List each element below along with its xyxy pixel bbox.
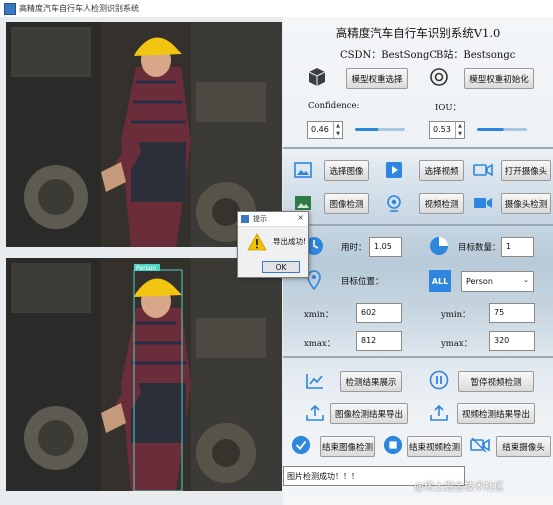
target-select[interactable]: Person ⌄: [461, 271, 534, 292]
csdn-label: CSDN：BestSongC: [340, 50, 438, 61]
dialog-message: 导出成功!: [273, 237, 307, 246]
divider: [283, 356, 553, 358]
camera-off-icon: [470, 435, 490, 455]
end-image-detect-button[interactable]: 结束图像检测: [320, 436, 375, 457]
settings-gear-icon: [429, 67, 449, 87]
cube-icon: [307, 67, 327, 87]
ymin-label: ymin：: [441, 310, 471, 320]
video-camera-icon: [473, 193, 493, 213]
line-chart-icon: [305, 371, 325, 391]
select-image-button[interactable]: 选择图像: [324, 160, 369, 181]
time-field[interactable]: 1.05: [369, 237, 402, 257]
xmin-label: xmin：: [304, 310, 334, 320]
dialog-titlebar: 提示 ×: [238, 212, 308, 227]
divider: [283, 224, 553, 226]
app-icon: [4, 3, 16, 15]
dialog-close-icon[interactable]: ×: [297, 213, 304, 222]
app-title: 高精度汽车自行车识别系统V1.0: [335, 26, 501, 40]
iou-spinbox[interactable]: 0.53 ▲ ▼: [429, 121, 465, 139]
confidence-slider[interactable]: [355, 128, 405, 131]
confidence-label: Confidence:: [308, 101, 360, 111]
window-title: 高精度汽车自行车人检测识别系统: [19, 4, 139, 13]
bilibili-label: B站：Bestsongc: [436, 50, 516, 61]
camera-icon: [473, 160, 493, 180]
ymax-field[interactable]: 320: [489, 331, 535, 351]
image-icon: [293, 160, 313, 180]
export-image-results-button[interactable]: 图像检测结果导出: [330, 403, 408, 424]
confidence-spinbox[interactable]: 0.46 ▲ ▼: [307, 121, 343, 139]
pause-icon: [429, 370, 449, 390]
image-detect-button[interactable]: 图像检测: [324, 193, 369, 214]
count-field[interactable]: 1: [501, 237, 534, 257]
window-titlebar: 高精度汽车自行车人检测识别系统: [0, 0, 553, 18]
confidence-spin-arrows[interactable]: ▲ ▼: [333, 122, 342, 138]
webcam-icon: [384, 193, 404, 213]
stop-circle-icon: [383, 435, 403, 455]
pie-chart-icon: [429, 236, 449, 256]
control-panel: 高精度汽车自行车识别系统V1.0 CSDN：BestSongC B站：Bests…: [283, 17, 553, 505]
ymax-label: ymax：: [441, 339, 473, 349]
detection-result-view: Person: [6, 258, 282, 491]
select-weights-button[interactable]: 模型权重选择: [346, 68, 408, 89]
chevron-down-icon: ⌄: [523, 276, 529, 284]
show-results-button[interactable]: 检测结果展示: [340, 371, 402, 392]
dialog-ok-button[interactable]: OK: [262, 261, 300, 273]
upload-icon: [429, 403, 449, 423]
select-video-button[interactable]: 选择视频: [419, 160, 464, 181]
watermark: @稀土掘金技术社区: [414, 482, 504, 493]
check-circle-icon: [291, 435, 311, 455]
video-detect-button[interactable]: 视频检测: [419, 193, 464, 214]
export-success-dialog: 提示 × 导出成功! OK: [237, 211, 309, 278]
detection-label: Person: [136, 265, 156, 272]
xmax-field[interactable]: 812: [356, 331, 402, 351]
dialog-title: 提示: [253, 215, 267, 223]
end-video-detect-button[interactable]: 结束视频检测: [407, 436, 462, 457]
warning-icon: [247, 233, 267, 254]
iou-spin-arrows[interactable]: ▲ ▼: [455, 122, 464, 138]
video-file-icon: [384, 160, 404, 180]
init-weights-button[interactable]: 模型权重初始化: [464, 68, 534, 89]
ymin-field[interactable]: 75: [489, 303, 535, 323]
image-detect-icon: [293, 193, 313, 213]
camera-detect-button[interactable]: 摄像头检测: [501, 193, 551, 214]
xmin-field[interactable]: 602: [356, 303, 402, 323]
count-label: 目标数量：: [458, 243, 501, 253]
export-video-results-button[interactable]: 视频检测结果导出: [457, 403, 535, 424]
position-label: 目标位置：: [341, 277, 384, 287]
upload-icon: [305, 403, 325, 423]
iou-label: IOU：: [435, 103, 461, 113]
open-camera-button[interactable]: 打开摄像头: [501, 160, 551, 181]
dialog-app-icon: [241, 215, 249, 223]
iou-slider[interactable]: [477, 128, 527, 131]
end-camera-button[interactable]: 结束摄像头: [496, 436, 551, 457]
pause-video-button[interactable]: 暂停视频检测: [458, 371, 534, 392]
time-label: 用时：: [341, 243, 367, 253]
divider: [283, 147, 553, 149]
all-targets-icon: ALL: [429, 270, 451, 292]
xmax-label: xmax：: [304, 339, 336, 349]
